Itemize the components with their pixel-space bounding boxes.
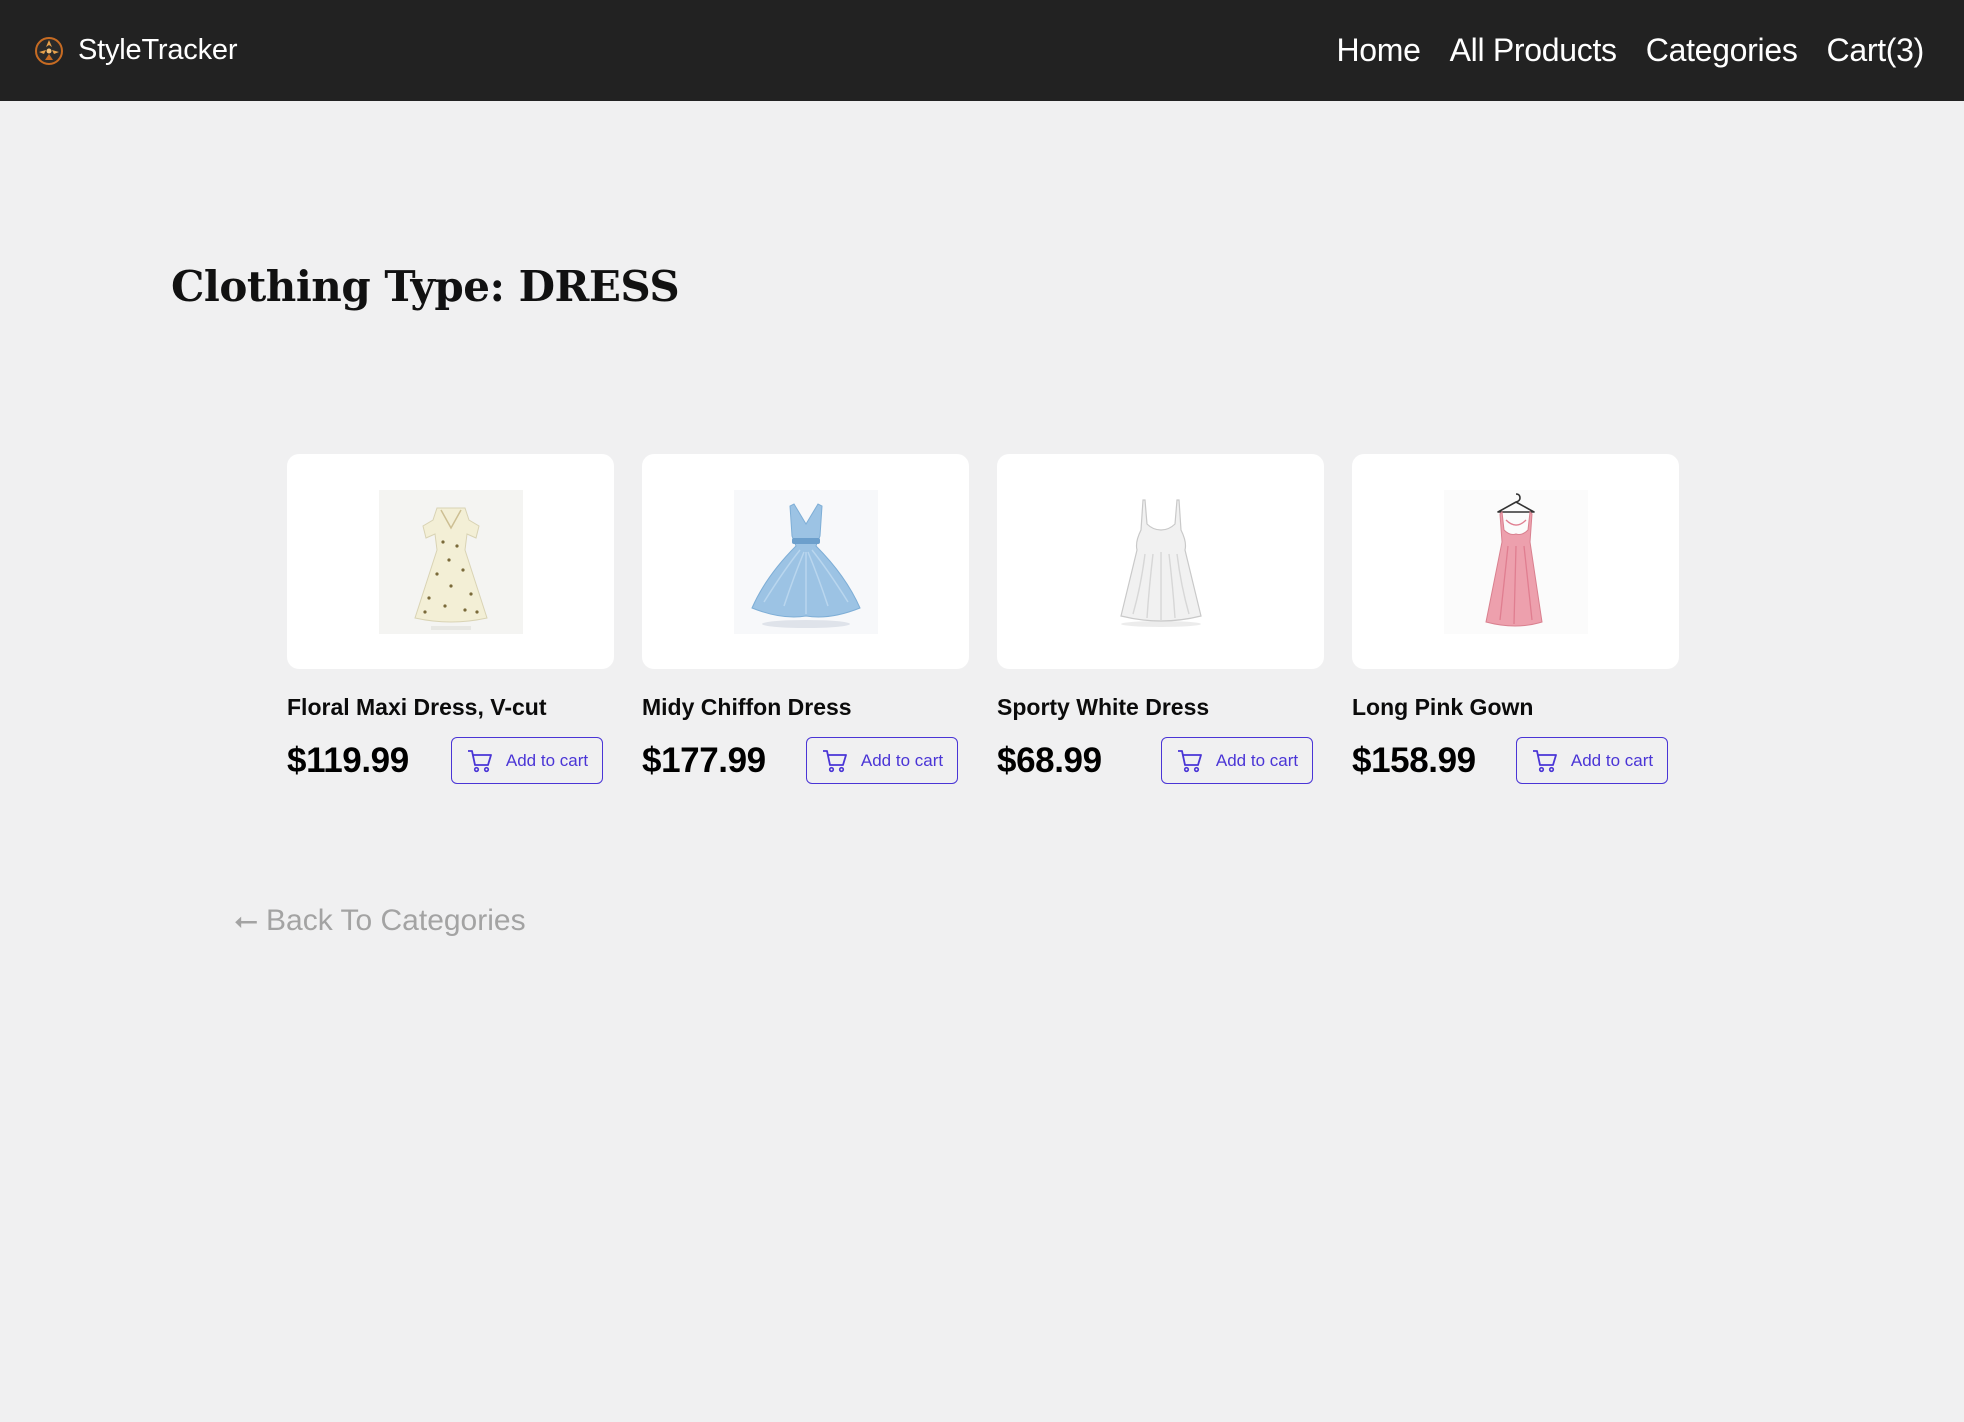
shopping-cart-icon <box>822 749 847 772</box>
nav-cart-link[interactable]: Cart(3) <box>1827 32 1925 69</box>
white-dress-image <box>1088 489 1233 634</box>
back-link-label: Back To Categories <box>266 904 526 937</box>
nav-home-link[interactable]: Home <box>1336 32 1420 69</box>
product-footer: $119.99 Add to cart <box>287 737 614 784</box>
arrow-left-icon: ⭠ <box>234 904 258 937</box>
product-price: $177.99 <box>642 740 766 780</box>
nav-categories-link[interactable]: Categories <box>1646 32 1798 69</box>
product-footer: $158.99 Add to cart <box>1352 737 1679 784</box>
clothing-type-value: DRESS <box>518 262 680 311</box>
add-to-cart-label: Add to cart <box>860 750 944 770</box>
product-name: Midy Chiffon Dress <box>642 694 852 720</box>
product-card: Floral Maxi Dress, V-cut $119.99 Add to … <box>287 454 614 784</box>
add-to-cart-button[interactable]: Add to cart <box>451 737 603 784</box>
product-price: $119.99 <box>287 740 409 780</box>
product-image-frame[interactable] <box>642 454 969 669</box>
shopping-cart-icon <box>467 749 492 772</box>
back-to-categories-link[interactable]: ⭠ Back To Categories <box>234 904 526 938</box>
product-name: Sporty White Dress <box>997 694 1210 720</box>
shopping-cart-icon <box>1177 749 1202 772</box>
top-navbar: StyleTracker Home All Products Categorie… <box>0 0 1964 101</box>
pink-gown-image <box>1443 489 1588 634</box>
floral-dress-image <box>378 489 523 634</box>
add-to-cart-button[interactable]: Add to cart <box>806 737 958 784</box>
product-card: Midy Chiffon Dress $177.99 Add to cart <box>642 454 969 784</box>
product-card: Sporty White Dress $68.99 Add to cart <box>997 454 1324 784</box>
product-image-frame[interactable] <box>997 454 1324 669</box>
product-price: $158.99 <box>1352 740 1476 780</box>
add-to-cart-label: Add to cart <box>1570 750 1654 770</box>
product-footer: $177.99 Add to cart <box>642 737 969 784</box>
hanger-logo-icon <box>35 36 63 65</box>
brand-name: StyleTracker <box>78 34 238 66</box>
product-name: Long Pink Gown <box>1352 694 1534 720</box>
nav-all-products-link[interactable]: All Products <box>1450 32 1617 69</box>
add-to-cart-button[interactable]: Add to cart <box>1161 737 1313 784</box>
product-name: Floral Maxi Dress, V-cut <box>287 694 547 720</box>
product-price: $68.99 <box>997 740 1102 780</box>
product-card: Long Pink Gown $158.99 Add to cart <box>1352 454 1679 784</box>
page-title-prefix: Clothing Type: <box>171 262 519 311</box>
product-image-frame[interactable] <box>1352 454 1679 669</box>
product-image-frame[interactable] <box>287 454 614 669</box>
page-title: Clothing Type: DRESS <box>171 262 680 311</box>
add-to-cart-button[interactable]: Add to cart <box>1516 737 1668 784</box>
product-footer: $68.99 Add to cart <box>997 737 1324 784</box>
shopping-cart-icon <box>1532 749 1557 772</box>
app-window: StyleTracker Home All Products Categorie… <box>0 0 1964 1422</box>
product-grid: Floral Maxi Dress, V-cut $119.99 Add to … <box>287 454 1679 784</box>
main-nav: Home All Products Categories Cart(3) <box>1336 32 1924 69</box>
brand-link[interactable]: StyleTracker <box>34 34 237 67</box>
add-to-cart-label: Add to cart <box>1215 750 1299 770</box>
blue-dress-image <box>733 489 878 634</box>
add-to-cart-label: Add to cart <box>505 750 589 770</box>
